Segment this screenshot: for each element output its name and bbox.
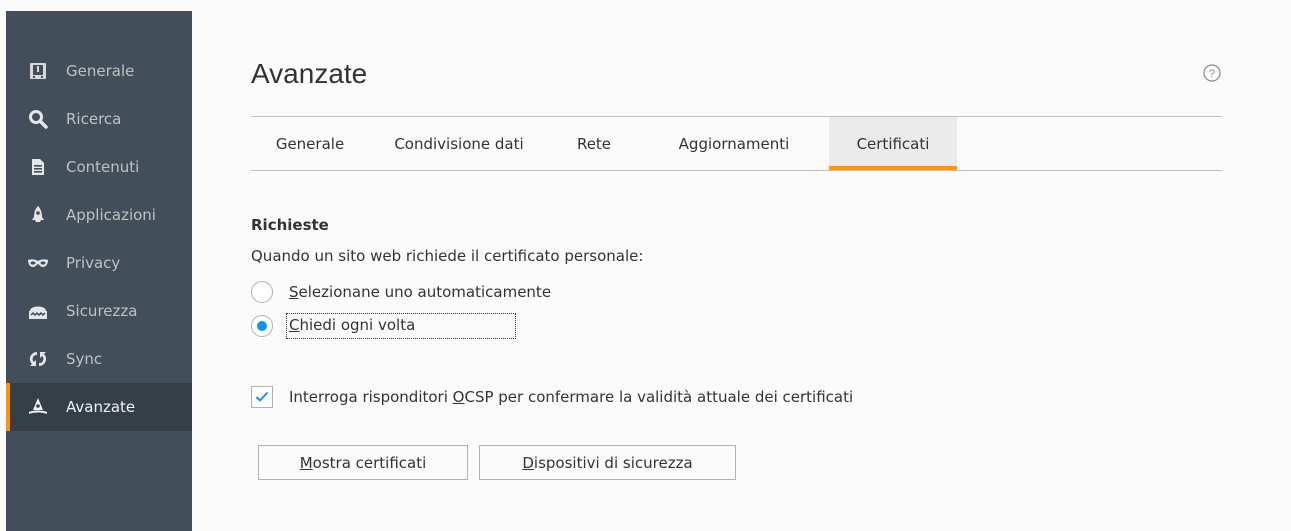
checkmark-icon [255,391,269,402]
search-icon [26,107,50,131]
sidebar-item-label: Avanzate [66,398,136,416]
radio-ask-every-time[interactable] [251,315,273,337]
ocsp-checkbox-row[interactable]: Interroga risponditori OCSP per conferma… [251,385,853,409]
access-key: S [289,283,299,301]
sidebar-item-contenuti[interactable]: Contenuti [6,143,192,191]
content-icon [26,155,50,179]
main-content: Avanzate ? Generale Condivisione dati Re… [192,0,1291,531]
radio-ask-every-time-label[interactable]: Chiedi ogni volta [285,313,517,339]
svg-text:?: ? [1209,68,1215,80]
radio-automatic[interactable] [251,281,273,303]
sidebar-item-ricerca[interactable]: Ricerca [6,95,192,143]
section-heading-richieste: Richieste [251,216,329,234]
sidebar-item-label: Sync [66,350,103,368]
radio-option-ask-every-time[interactable]: Chiedi ogni volta [251,313,517,339]
label-text: elezionane uno automaticamente [298,283,552,301]
sidebar-item-label: Contenuti [66,158,140,176]
label-text: hiedi ogni volta [299,316,416,334]
sidebar-item-sync[interactable]: Sync [6,335,192,383]
tab-generale[interactable]: Generale [251,117,369,170]
radio-option-automatic[interactable]: Selezionane uno automaticamente [251,279,551,305]
tab-condivisione-dati[interactable]: Condivisione dati [369,117,549,170]
access-key: D [522,453,534,472]
button-label: ostra certificati [312,453,427,472]
tabs-bottom-divider [251,170,1222,171]
sidebar-item-label: Applicazioni [66,206,156,224]
sidebar-nav: Generale Ricerca Contenuti Applicazioni … [6,47,192,431]
help-icon[interactable]: ? [1203,64,1221,82]
certificate-request-question: Quando un sito web richiede il certifica… [251,247,644,265]
sidebar-item-label: Generale [66,62,135,80]
sidebar: Generale Ricerca Contenuti Applicazioni … [6,11,192,531]
security-devices-button[interactable]: Dispositivi di sicurezza [479,445,736,480]
tab-certificati[interactable]: Certificati [829,117,957,170]
sidebar-item-privacy[interactable]: Privacy [6,239,192,287]
tab-aggiornamenti[interactable]: Aggiornamenti [639,117,829,170]
sidebar-item-sicurezza[interactable]: Sicurezza [6,287,192,335]
applications-icon [26,203,50,227]
show-certificates-button[interactable]: Mostra certificati [258,445,468,480]
page-title: Avanzate [251,58,368,89]
ocsp-label[interactable]: Interroga risponditori OCSP per conferma… [289,388,853,406]
tab-rete[interactable]: Rete [549,117,639,170]
security-icon [26,299,50,323]
access-key: C [289,316,300,334]
radio-automatic-label[interactable]: Selezionane uno automaticamente [289,283,551,301]
access-key: M [299,453,313,472]
label-text: Interroga risponditori [289,388,453,406]
sidebar-item-avanzate[interactable]: Avanzate [6,383,192,431]
sidebar-item-generale[interactable]: Generale [6,47,192,95]
button-label: ispositivi di sicurezza [533,453,693,472]
advanced-wizard-hat-icon [26,395,50,419]
tab-bar: Generale Condivisione dati Rete Aggiorna… [251,117,1222,170]
sidebar-item-applicazioni[interactable]: Applicazioni [6,191,192,239]
sidebar-item-label: Privacy [66,254,121,272]
sidebar-item-label: Sicurezza [66,302,138,320]
preferences-window: Generale Ricerca Contenuti Applicazioni … [0,0,1291,531]
sidebar-item-label: Ricerca [66,110,122,128]
sync-icon [26,347,50,371]
access-key: O [452,388,465,406]
ocsp-checkbox[interactable] [251,386,273,408]
general-icon [26,59,50,83]
label-text: CSP per confermare la validità attuale d… [464,388,854,406]
privacy-mask-icon [26,251,50,275]
